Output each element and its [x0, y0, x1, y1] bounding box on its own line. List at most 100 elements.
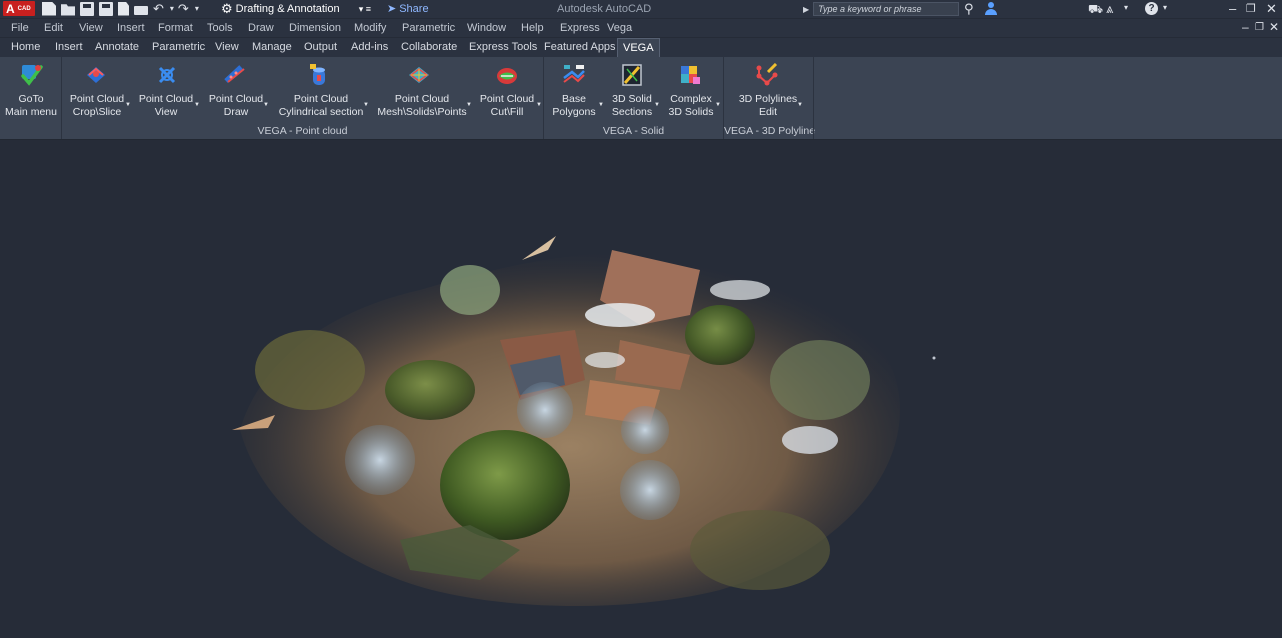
tab-collaborate[interactable]: Collaborate — [396, 38, 462, 57]
tab-add-ins[interactable]: Add-ins — [346, 38, 393, 57]
menu-item-vega[interactable]: Vega — [607, 22, 632, 34]
btn-label-line2: 3D Solids — [668, 106, 714, 118]
cart-icon[interactable]: ⛟ — [1088, 2, 1103, 18]
point-cloud-mesh-solids-points-button[interactable]: Point Cloud Mesh\Solids\Points ▼ — [376, 57, 472, 123]
chevron-down-icon: ▼ — [194, 102, 200, 108]
tab-annotate[interactable]: Annotate — [90, 38, 144, 57]
stray-points — [522, 236, 556, 260]
minimize-icon[interactable]: – — [1229, 1, 1236, 16]
btn-label-line2: Draw — [223, 106, 249, 118]
autodesk-a360-icon[interactable]: ⩓ — [1106, 1, 1113, 17]
btn-label-line2: Crop\Slice — [72, 106, 122, 118]
tab-featured-apps[interactable]: Featured Apps — [539, 38, 621, 57]
user-icon[interactable] — [984, 1, 998, 15]
workspace-switcher[interactable]: ⚙ Drafting & Annotation ▾ ≡ — [221, 1, 371, 17]
menu-item-express[interactable]: Express — [560, 22, 600, 34]
app-logo-letter: A — [6, 1, 15, 16]
tab-view[interactable]: View — [210, 38, 244, 57]
btn-label-line1: Point Cloud — [208, 93, 264, 105]
menu-item-tools[interactable]: Tools — [207, 22, 233, 34]
doc-restore-icon[interactable]: ❐ — [1255, 22, 1264, 33]
menu-item-modify[interactable]: Modify — [354, 22, 386, 34]
chevron-down-icon[interactable]: ▾ — [1124, 3, 1128, 12]
tree-cluster — [770, 340, 870, 420]
chevron-down-icon[interactable]: ▾ — [1163, 3, 1167, 12]
save-as-icon[interactable] — [99, 1, 113, 16]
menu-item-insert[interactable]: Insert — [117, 22, 145, 34]
tab-manage[interactable]: Manage — [247, 38, 297, 57]
search-expand-icon[interactable]: ▶ — [803, 5, 809, 14]
tab-vega[interactable]: VEGA — [617, 38, 660, 57]
doc-minimize-icon[interactable]: – — [1242, 20, 1249, 34]
point-cloud-draw-button[interactable]: Point Cloud Draw ▼ — [206, 57, 269, 123]
gear-icon: ⚙ — [221, 1, 233, 16]
palm-tree — [620, 460, 680, 520]
polyline-edit-icon — [756, 63, 778, 86]
btn-label-line2: Cylindrical section — [278, 106, 364, 118]
share-label: Share — [399, 3, 429, 15]
complex-solids-icon — [681, 66, 700, 84]
menu-item-file[interactable]: File — [11, 22, 29, 34]
chevron-down-icon: ▼ — [598, 102, 604, 108]
point-cloud-scene — [232, 236, 936, 607]
search-box: ▶ — [803, 1, 960, 17]
menu-item-window[interactable]: Window — [467, 22, 506, 34]
menu-item-dimension[interactable]: Dimension — [289, 22, 341, 34]
redo-dropdown-icon[interactable]: ▾ — [195, 4, 199, 13]
help-icon[interactable]: ? — [1145, 2, 1158, 15]
goto-main-menu-button[interactable]: GoTo Main menu — [2, 57, 60, 123]
palm-tree — [345, 425, 415, 495]
search-icon[interactable]: ⚲ — [964, 1, 974, 17]
share-button[interactable]: ➤ Share — [387, 2, 429, 15]
crop-slice-icon — [87, 67, 105, 83]
menu-item-view[interactable]: View — [79, 22, 103, 34]
point-cloud-cylindrical-section-button[interactable]: Point Cloud Cylindrical section ▼ — [277, 57, 369, 123]
plot-icon[interactable] — [118, 1, 129, 16]
doc-close-icon[interactable]: ✕ — [1269, 20, 1279, 34]
menu-item-format[interactable]: Format — [158, 22, 193, 34]
window-title: Autodesk AutoCAD — [557, 3, 652, 15]
menu-bar: File Edit View Insert Format Tools Draw … — [0, 19, 1282, 37]
tab-parametric[interactable]: Parametric — [147, 38, 210, 57]
search-input[interactable] — [813, 2, 960, 16]
large-tree — [440, 430, 570, 540]
tree-cluster — [690, 510, 830, 590]
btn-label-line2: Polygons — [552, 106, 596, 118]
point-cloud-crop-slice-button[interactable]: Point Cloud Crop\Slice ▼ — [66, 57, 132, 123]
ribbon-tab-bar: Home Insert Annotate Parametric View Man… — [0, 38, 1282, 57]
save-icon[interactable] — [80, 1, 94, 16]
tab-home[interactable]: Home — [6, 38, 45, 57]
menu-item-parametric[interactable]: Parametric — [402, 22, 455, 34]
restore-icon[interactable]: ❐ — [1246, 2, 1256, 15]
point-cloud-view-button[interactable]: Point Cloud View ▼ — [136, 57, 200, 123]
panel-title-3d-polyline: VEGA - 3D Polyline — [724, 125, 816, 137]
undo-icon[interactable]: ↶ — [153, 1, 164, 17]
btn-label-line2: Sections — [611, 106, 653, 118]
tree-cluster — [440, 265, 500, 315]
btn-label-line1: Point Cloud — [479, 93, 535, 105]
tab-express-tools[interactable]: Express Tools — [464, 38, 542, 57]
btn-label-line1: Base — [562, 93, 586, 105]
ribbon-panel: GoTo Main menu Point Cloud Crop\Slice ▼ … — [0, 57, 1282, 140]
menu-item-help[interactable]: Help — [521, 22, 544, 34]
open-icon[interactable] — [61, 4, 75, 16]
point-cloud-cut-fill-button[interactable]: Point Cloud Cut\Fill ▼ — [478, 57, 542, 123]
undo-dropdown-icon[interactable]: ▾ — [170, 4, 174, 13]
new-icon[interactable] — [42, 1, 56, 16]
menu-item-draw[interactable]: Draw — [248, 22, 274, 34]
redo-icon[interactable]: ↷ — [178, 1, 189, 17]
btn-label-line2: Cut\Fill — [490, 106, 524, 118]
app-menu-button[interactable]: A CAD — [3, 1, 35, 16]
title-bar: A CAD ↶ ▾ ↷ ▾ ⚙ Drafting & Annotation ▾ … — [0, 0, 1282, 18]
base-polygons-icon — [563, 65, 585, 83]
close-icon[interactable]: ✕ — [1266, 1, 1277, 17]
3d-polylines-edit-button[interactable]: 3D Polylines Edit ▼ — [735, 57, 805, 123]
3d-solid-sections-button[interactable]: 3D Solid Sections ▼ — [607, 57, 660, 123]
tab-insert[interactable]: Insert — [50, 38, 88, 57]
menu-item-edit[interactable]: Edit — [44, 22, 63, 34]
print-icon[interactable] — [134, 6, 148, 15]
drawing-viewport[interactable] — [0, 140, 1282, 638]
complex-3d-solids-button[interactable]: Complex 3D Solids ▼ — [664, 57, 721, 123]
base-polygons-button[interactable]: Base Polygons ▼ — [549, 57, 604, 123]
tab-output[interactable]: Output — [299, 38, 342, 57]
